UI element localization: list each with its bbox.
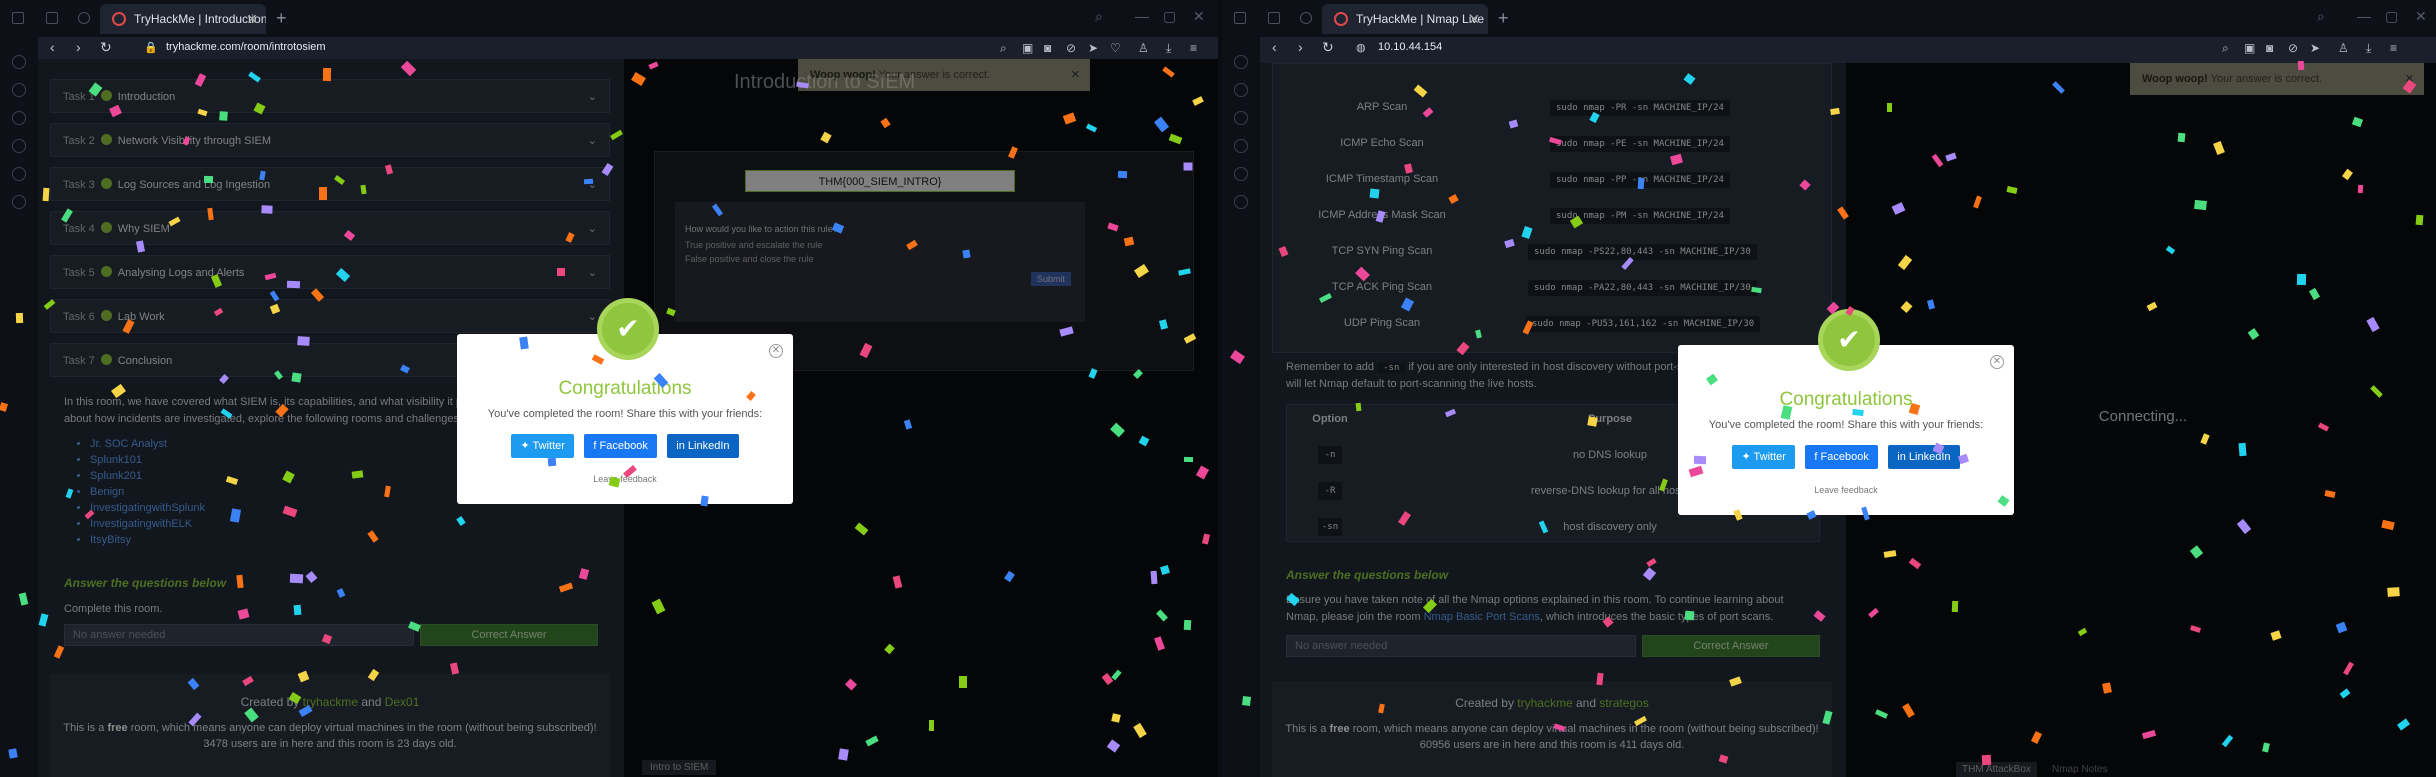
facebook-share-button[interactable]: f Facebook <box>584 434 657 458</box>
modal-subtitle: You've completed the room! Share this wi… <box>1708 419 1984 431</box>
close-tab-icon[interactable]: ✕ <box>1468 4 1480 34</box>
account-icon[interactable]: ♙ <box>1138 41 1149 55</box>
facebook-label: Facebook <box>1820 451 1869 463</box>
sidebar-icon-1[interactable] <box>1234 55 1248 69</box>
sidebar-icon-4[interactable] <box>1234 139 1248 153</box>
sidebar-toggle-icon[interactable] <box>12 12 24 24</box>
twitter-label: Twitter <box>1753 451 1786 463</box>
maximize-icon[interactable]: ▢ <box>1163 8 1176 25</box>
back-icon[interactable]: ‹ <box>1272 39 1277 55</box>
back-icon[interactable]: ‹ <box>50 39 55 55</box>
check-badge-icon: ✔ <box>597 298 659 360</box>
modal-title: Congratulations <box>558 378 692 399</box>
workspace-icon[interactable] <box>46 12 58 24</box>
tab-nmap[interactable]: TryHackMe | Nmap Live Host Discovery ✕ <box>1322 4 1488 34</box>
forward-icon[interactable]: › <box>76 39 81 55</box>
sidebar-icon-3[interactable] <box>1234 111 1248 125</box>
browser-sidebar <box>0 37 38 777</box>
twitter-share-button[interactable]: ✦ Twitter <box>1732 445 1795 469</box>
twitter-icon: ✦ <box>520 440 533 452</box>
close-modal-icon[interactable]: ✕ <box>769 344 783 358</box>
zoom-icon[interactable]: ⌕ <box>1000 41 1007 56</box>
linkedin-share-button[interactable]: in LinkedIn <box>1888 445 1960 469</box>
modal-title: Congratulations <box>1779 389 1913 410</box>
workspace-icon[interactable] <box>1268 12 1280 24</box>
check-badge-icon: ✔ <box>1818 309 1880 371</box>
browser-window-siem: TryHackMe | Introduction to SIEM ✕ + ⌕ —… <box>0 0 1218 777</box>
sidebar-icon-6[interactable] <box>12 195 26 209</box>
new-tab-icon[interactable]: + <box>1498 4 1509 32</box>
menu-icon[interactable]: ≡ <box>1190 41 1197 55</box>
account-icon[interactable]: ♙ <box>2338 41 2349 55</box>
leave-feedback-link[interactable]: Leave feedback <box>1678 485 2014 495</box>
sidebar-icon-5[interactable] <box>12 167 26 181</box>
menu-icon[interactable]: ≡ <box>2390 41 2397 55</box>
tab-bar: TryHackMe | Nmap Live Host Discovery ✕ +… <box>1222 0 2436 37</box>
congratulations-modal: ✔ ✕ Congratulations You've completed the… <box>457 298 793 504</box>
forward-icon[interactable]: › <box>1298 39 1303 55</box>
linkedin-label: LinkedIn <box>687 440 730 452</box>
twitter-icon: ✦ <box>1741 451 1754 463</box>
linkedin-share-button[interactable]: in LinkedIn <box>667 434 739 458</box>
minimize-icon[interactable]: — <box>2357 8 2371 24</box>
linkedin-icon: in <box>676 440 688 452</box>
camera-icon[interactable]: ◙ <box>2266 41 2273 55</box>
congratulations-modal: ✔ ✕ Congratulations You've completed the… <box>1678 309 2014 515</box>
new-tab-icon[interactable]: + <box>276 4 287 32</box>
tryhackme-favicon-icon <box>1334 12 1348 26</box>
reload-icon[interactable]: ↻ <box>100 39 112 56</box>
address-bar: ‹ › ↻ 🔒 tryhackme.com/room/introtosiem ⌕… <box>38 37 1218 59</box>
twitter-share-button[interactable]: ✦ Twitter <box>511 434 574 458</box>
sidebar-icon-4[interactable] <box>12 139 26 153</box>
sidebar-icon-6[interactable] <box>1234 195 1248 209</box>
tryhackme-favicon-icon <box>112 12 126 26</box>
extension-icon[interactable]: ▣ <box>1022 41 1033 55</box>
send-icon[interactable]: ➤ <box>1088 41 1098 55</box>
lock-icon[interactable]: 🔒 <box>144 41 158 54</box>
camera-icon[interactable]: ◙ <box>1044 41 1051 55</box>
sidebar-icon-3[interactable] <box>12 111 26 125</box>
zoom-icon[interactable]: ⌕ <box>2222 41 2229 56</box>
close-modal-icon[interactable]: ✕ <box>1990 355 2004 369</box>
sidebar-icon-2[interactable] <box>1234 83 1248 97</box>
minimize-icon[interactable]: — <box>1135 8 1149 24</box>
browser-sidebar <box>1222 37 1260 777</box>
send-icon[interactable]: ➤ <box>2310 41 2320 55</box>
shield-icon[interactable]: ⊘ <box>2288 41 2298 55</box>
facebook-share-button[interactable]: f Facebook <box>1805 445 1878 469</box>
globe-icon[interactable] <box>78 12 90 24</box>
reload-icon[interactable]: ↻ <box>1322 39 1334 56</box>
twitter-label: Twitter <box>532 440 565 452</box>
globe-icon[interactable] <box>1300 12 1312 24</box>
share-buttons: ✦ Twitter f Facebook in LinkedIn <box>457 434 793 458</box>
download-icon[interactable]: ⤓ <box>1166 41 1171 56</box>
search-tabs-icon[interactable]: ⌕ <box>1095 8 1103 25</box>
share-buttons: ✦ Twitter f Facebook in LinkedIn <box>1678 445 2014 469</box>
heart-icon[interactable]: ♡ <box>1110 41 1121 55</box>
close-window-icon[interactable]: ✕ <box>1193 8 1205 25</box>
address-bar: ‹ › ↻ ◍ 10.10.44.154 ⌕ ▣ ◙ ⊘ ➤ ♙ ⤓ ≡ <box>1260 37 2436 63</box>
url-field[interactable]: tryhackme.com/room/introtosiem <box>166 41 326 53</box>
download-icon[interactable]: ⤓ <box>2366 41 2371 56</box>
sidebar-icon-2[interactable] <box>12 83 26 97</box>
browser-window-nmap: TryHackMe | Nmap Live Host Discovery ✕ +… <box>1218 0 2436 777</box>
tab-bar: TryHackMe | Introduction to SIEM ✕ + ⌕ —… <box>0 0 1218 37</box>
close-tab-icon[interactable]: ✕ <box>246 4 258 34</box>
sidebar-icon-5[interactable] <box>1234 167 1248 181</box>
extension-icon[interactable]: ▣ <box>2244 41 2255 55</box>
close-window-icon[interactable]: ✕ <box>2415 8 2427 25</box>
leave-feedback-link[interactable]: Leave feedback <box>457 474 793 484</box>
search-tabs-icon[interactable]: ⌕ <box>2317 8 2325 25</box>
facebook-label: Facebook <box>599 440 648 452</box>
sidebar-icon-1[interactable] <box>12 55 26 69</box>
info-icon[interactable]: ◍ <box>1356 41 1366 54</box>
sidebar-toggle-icon[interactable] <box>1234 12 1246 24</box>
linkedin-label: LinkedIn <box>1908 451 1951 463</box>
modal-subtitle: You've completed the room! Share this wi… <box>487 408 763 420</box>
shield-icon[interactable]: ⊘ <box>1066 41 1076 55</box>
tab-siem[interactable]: TryHackMe | Introduction to SIEM ✕ <box>100 4 266 34</box>
maximize-icon[interactable]: ▢ <box>2385 8 2398 25</box>
linkedin-icon: in <box>1897 451 1909 463</box>
url-field[interactable]: 10.10.44.154 <box>1378 41 1442 53</box>
